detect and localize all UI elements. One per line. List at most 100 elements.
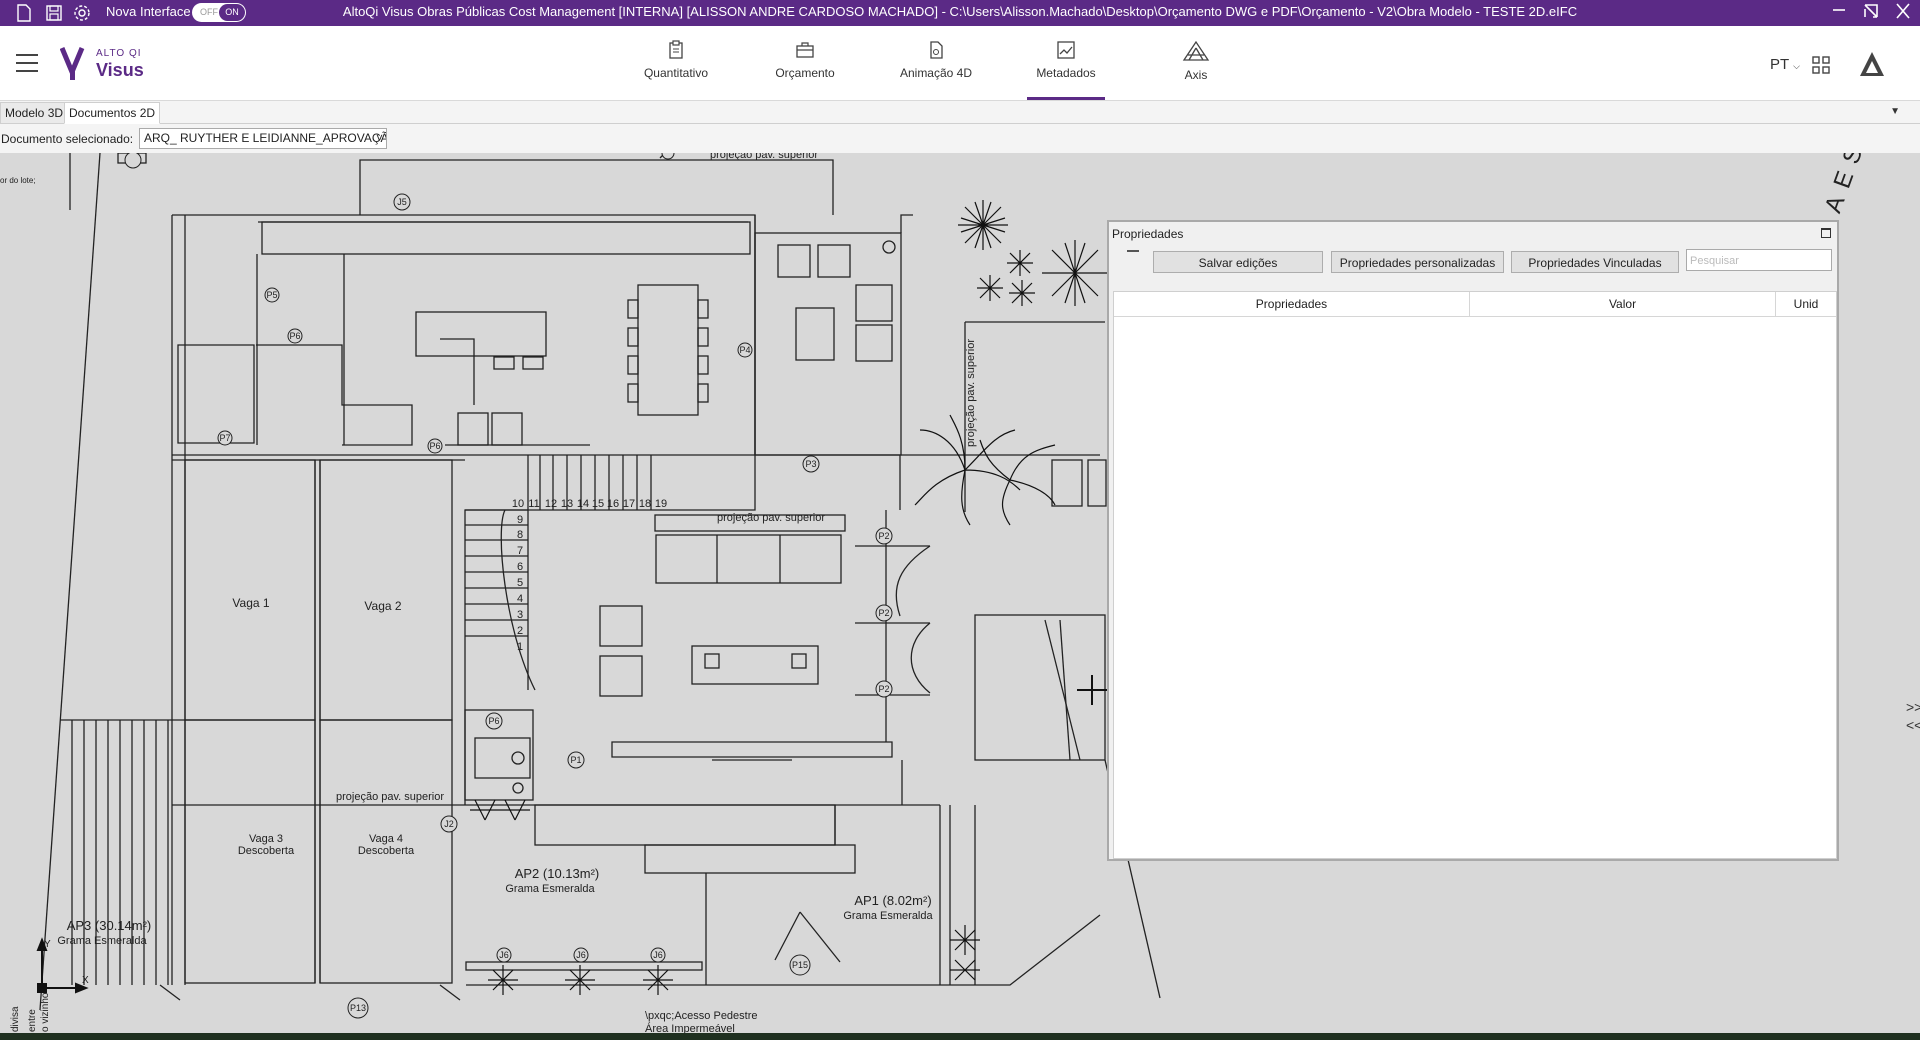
tag-p1: P1: [570, 755, 581, 765]
label-acesso: \pxqc;Acesso Pedestre: [645, 1010, 758, 1022]
tab-modelo-3d[interactable]: Modelo 3D: [0, 102, 69, 124]
logo-small-text: ALTO QI: [96, 48, 142, 59]
stair-2: 2: [517, 625, 523, 637]
menu-icon[interactable]: [16, 54, 38, 72]
chevron-down-icon: ⌵: [1793, 61, 1800, 71]
minimize-icon[interactable]: [1822, 0, 1856, 26]
stair-7: 7: [517, 545, 523, 557]
tag-p6a: P6: [289, 331, 300, 341]
chart-icon: [1057, 41, 1075, 59]
logo: ALTO QI Visus: [60, 46, 180, 82]
nav-metadados[interactable]: Metadados: [1027, 26, 1105, 100]
tag-p2b: P2: [878, 608, 889, 618]
close-icon[interactable]: [1886, 0, 1920, 26]
linked-properties-button[interactable]: Propriedades Vinculadas: [1511, 251, 1679, 273]
label-vaga-3: Vaga 3: [249, 833, 283, 845]
language-label: PT: [1770, 56, 1789, 73]
tag-j6b: J6: [576, 950, 586, 960]
tag-j6c: J6: [653, 950, 663, 960]
document-select-value: ARQ_ RUYTHER E LEIDIANNE_APROVAÇÃO: [144, 131, 387, 145]
tag-p15: P15: [792, 960, 808, 970]
tag-p2c: P2: [878, 684, 889, 694]
document-select[interactable]: ARQ_ RUYTHER E LEIDIANNE_APROVAÇÃO ˅: [139, 128, 387, 149]
stair-17: 17: [623, 498, 635, 510]
label-projecao-top: projeção pav. superior: [710, 153, 818, 161]
nav-animacao-4d-label: Animação 4D: [899, 66, 973, 80]
stair-15: 15: [592, 498, 604, 510]
tag-p6b: P6: [429, 441, 440, 451]
apps-grid-icon[interactable]: [1812, 56, 1830, 74]
stair-14: 14: [577, 498, 589, 510]
nav-axis[interactable]: Axis: [1176, 26, 1216, 100]
window-title: AltoQi Visus Obras Públicas Cost Managem…: [342, 4, 1578, 19]
tag-p7: P7: [219, 433, 230, 443]
logo-mark-icon: [60, 47, 85, 80]
document-tabs: Modelo 3D Documentos 2D ▼: [0, 101, 1920, 124]
column-header-valor[interactable]: Valor: [1470, 292, 1776, 317]
collapse-icon[interactable]: ▼: [1890, 106, 1900, 117]
label-divisa: divisa: [10, 1006, 21, 1032]
label-vaga-2: Vaga 2: [364, 599, 401, 613]
nav-animacao-4d[interactable]: Animação 4D: [896, 26, 976, 100]
stair-11: 11: [528, 498, 539, 510]
stair-9: 9: [517, 514, 523, 526]
app-header: ALTO QI Visus Quantitativo Orçamento Ani…: [0, 26, 1920, 101]
document-selector-row: Documento selecionado: ARQ_ RUYTHER E LE…: [0, 124, 1920, 153]
axis-icon: [1182, 40, 1210, 61]
chevron-down-icon: ˅: [375, 131, 383, 145]
stair-1: 1: [517, 641, 523, 653]
nav-metadados-label: Metadados: [1036, 66, 1096, 80]
stair-18: 18: [639, 498, 651, 510]
label-ap2: AP2 (10.13m²): [515, 866, 600, 881]
tag-j2: J2: [444, 819, 454, 829]
tag-p6c: P6: [488, 716, 499, 726]
expand-right-icon: >>: [1906, 699, 1920, 715]
label-area: Área Impermeável: [645, 1022, 735, 1033]
side-panel-toggle[interactable]: >> <<: [1906, 698, 1920, 734]
tag-j5: J5: [397, 197, 407, 207]
axis-y-label: Y: [44, 939, 51, 950]
restore-icon[interactable]: [1854, 0, 1888, 26]
axis-x-label: X: [82, 975, 89, 986]
status-bar: [0, 1033, 1920, 1040]
column-header-unid[interactable]: Unid: [1776, 292, 1836, 317]
stair-3: 3: [517, 609, 523, 621]
label-projecao-vertical: projeção pav. superior: [965, 339, 977, 447]
tag-j6a: J6: [499, 950, 509, 960]
title-bar: Nova Interface OFF ON AltoQi Visus Obras…: [0, 0, 1920, 26]
save-edits-button[interactable]: Salvar edições: [1153, 251, 1323, 273]
collapse-minus-icon[interactable]: [1127, 250, 1139, 252]
briefcase-icon: [796, 42, 814, 58]
search-placeholder: Pesquisar: [1690, 255, 1739, 267]
custom-properties-button[interactable]: Propriedades personalizadas: [1331, 251, 1504, 273]
label-lote-note: or do lote;: [0, 176, 36, 185]
properties-search-input[interactable]: Pesquisar: [1686, 249, 1832, 271]
nav-quantitativo-label: Quantitativo: [643, 66, 709, 80]
user-avatar-icon[interactable]: [1856, 48, 1888, 80]
label-vaga-4: Vaga 4: [369, 833, 403, 845]
nav-orcamento[interactable]: Orçamento: [770, 26, 840, 100]
label-ap3-sub: Grama Esmeralda: [57, 935, 147, 947]
properties-table[interactable]: Propriedades Valor Unid: [1113, 291, 1837, 859]
stair-16: 16: [607, 498, 619, 510]
label-ap1-sub: Grama Esmeralda: [843, 910, 933, 922]
stair-12: 12: [545, 498, 557, 510]
stair-6: 6: [517, 561, 523, 573]
stair-4: 4: [517, 593, 523, 605]
label-ap3: AP3 (30.14m²): [67, 918, 152, 933]
clipboard-icon: [669, 40, 683, 59]
properties-panel: Propriedades Salvar edições Propriedades…: [1107, 220, 1839, 861]
language-selector[interactable]: PT ⌵: [1770, 56, 1800, 73]
tag-p3: P3: [805, 459, 816, 469]
maximize-icon[interactable]: [1821, 228, 1831, 238]
label-vizinho: o vizinho: [40, 992, 51, 1032]
label-ap1: AP1 (8.02m²): [854, 893, 931, 908]
tab-documentos-2d[interactable]: Documentos 2D: [64, 102, 161, 124]
label-vaga-3-sub: Descoberta: [238, 845, 295, 857]
nav-quantitativo[interactable]: Quantitativo: [640, 26, 712, 100]
stair-8: 8: [517, 529, 523, 541]
logo-big-text: Visus: [96, 60, 144, 80]
column-header-propriedades[interactable]: Propriedades: [1114, 292, 1470, 317]
nav-orcamento-label: Orçamento: [775, 66, 835, 80]
collapse-left-icon: <<: [1906, 717, 1920, 733]
